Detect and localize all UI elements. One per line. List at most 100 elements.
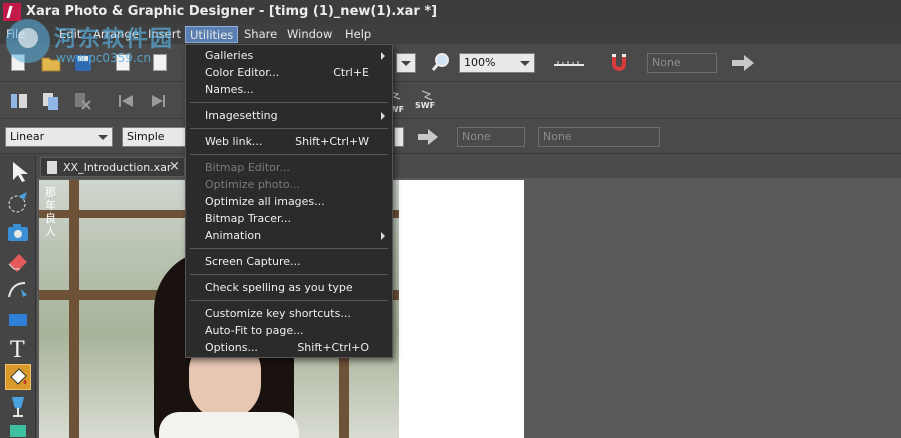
- rectangle-icon: [9, 314, 27, 326]
- menu-item-screen-capture[interactable]: Screen Capture...: [187, 253, 391, 270]
- eraser-tool[interactable]: [5, 248, 31, 274]
- menu-file[interactable]: File: [2, 26, 29, 43]
- utilities-menu: Galleries Color Editor... Ctrl+E Names..…: [185, 44, 393, 358]
- menu-item-galleries[interactable]: Galleries: [187, 47, 391, 64]
- end-value-field[interactable]: None: [538, 127, 660, 147]
- snap-grid-button[interactable]: [552, 52, 586, 74]
- menu-item-shortcut: Ctrl+E: [333, 66, 369, 79]
- export-icon: [153, 54, 167, 71]
- menu-help[interactable]: Help: [341, 26, 375, 43]
- rectangle-tool[interactable]: [5, 306, 31, 332]
- document-icon: [47, 161, 57, 174]
- menu-item-label: Bitmap Tracer...: [205, 212, 292, 225]
- menu-item-label: Optimize all images...: [205, 195, 325, 208]
- shape-editor-tool[interactable]: [5, 277, 31, 303]
- save-icon: [75, 55, 91, 71]
- menu-item-color-editor[interactable]: Color Editor... Ctrl+E: [187, 64, 391, 81]
- menu-item-optimize-photo: Optimize photo...: [187, 176, 391, 193]
- next-page-button[interactable]: [147, 90, 169, 112]
- snap-magnet-button[interactable]: [608, 52, 630, 74]
- close-tab-button[interactable]: ×: [169, 159, 180, 174]
- copy-page-icon: [43, 93, 58, 110]
- import-icon: [116, 54, 130, 71]
- menu-item-shortcut: Shift+Ctrl+W: [295, 135, 369, 148]
- menu-utilities[interactable]: Utilities: [185, 26, 239, 43]
- arrow-right-icon: [732, 55, 754, 71]
- copy-page-button[interactable]: [40, 90, 62, 112]
- caption-char: 良: [45, 212, 56, 225]
- svg-text:T: T: [10, 338, 25, 361]
- zoom-preset-dropdown[interactable]: [396, 53, 416, 73]
- line-type-dropdown[interactable]: Linear: [5, 127, 113, 147]
- menu-item-animation[interactable]: Animation: [187, 227, 391, 244]
- delete-page-icon: [75, 93, 91, 110]
- menu-share[interactable]: Share: [240, 26, 281, 43]
- menu-item-bitmap-tracer[interactable]: Bitmap Tracer...: [187, 210, 391, 227]
- forward-arrow-button[interactable]: [730, 52, 756, 74]
- paint-bucket-icon: [10, 368, 27, 385]
- menu-separator: [190, 274, 388, 275]
- menu-item-web-link[interactable]: Web link... Shift+Ctrl+W: [187, 133, 391, 150]
- text-icon: T: [10, 338, 25, 363]
- quality-field[interactable]: None: [647, 53, 717, 73]
- menu-item-auto-fit[interactable]: Auto-Fit to page...: [187, 322, 391, 339]
- end-value: None: [543, 130, 572, 143]
- menu-insert[interactable]: Insert: [144, 26, 185, 43]
- import-button[interactable]: [113, 52, 135, 74]
- menu-item-customize-shortcuts[interactable]: Customize key shortcuts...: [187, 305, 391, 322]
- menu-item-label: Animation: [205, 229, 262, 242]
- style-value: Simple: [127, 130, 165, 143]
- line-type-value: Linear: [10, 130, 45, 143]
- curve-icon: [8, 282, 27, 298]
- window-frame: [69, 180, 79, 438]
- selector-tool[interactable]: [5, 159, 31, 185]
- new-document-button[interactable]: [8, 52, 30, 74]
- style-dropdown[interactable]: Simple: [122, 127, 186, 147]
- contour-tool[interactable]: [5, 190, 31, 216]
- document-tab[interactable]: XX_Introduction.xar ×: [40, 157, 185, 177]
- start-value: None: [462, 130, 491, 143]
- skip-back-icon: [119, 95, 133, 107]
- menu-item-names[interactable]: Names...: [187, 81, 391, 98]
- open-button[interactable]: [40, 52, 62, 74]
- toolbox: T: [0, 155, 36, 438]
- eraser-icon: [8, 254, 27, 272]
- menu-separator: [190, 154, 388, 155]
- menu-item-check-spelling[interactable]: Check spelling as you type: [187, 279, 391, 296]
- ruler-icon: [554, 61, 584, 66]
- bevel-tool[interactable]: [5, 421, 31, 437]
- menu-item-shortcut: Shift+Ctrl+O: [297, 341, 369, 354]
- swf-export-button[interactable]: SWF: [414, 88, 440, 110]
- export-button[interactable]: [150, 52, 172, 74]
- text-tool[interactable]: T: [5, 335, 31, 363]
- menu-window[interactable]: Window: [283, 26, 336, 43]
- fill-tool[interactable]: [5, 364, 31, 390]
- swf-label: SWF: [415, 101, 436, 110]
- apply-arrow-button[interactable]: [416, 126, 440, 148]
- delete-page-button[interactable]: [72, 90, 94, 112]
- photo-caption: 那 年 良 人: [45, 186, 59, 238]
- transparency-tool[interactable]: [5, 394, 31, 420]
- menu-item-options[interactable]: Options... Shift+Ctrl+O: [187, 339, 391, 356]
- property-bar: Linear Simple None None: [0, 120, 901, 154]
- magnifier-icon: [431, 53, 449, 71]
- page-layout-button[interactable]: [8, 90, 30, 112]
- photo-tool[interactable]: [5, 219, 31, 245]
- first-page-button[interactable]: [115, 90, 137, 112]
- menu-separator: [190, 128, 388, 129]
- menu-item-label: Options...: [205, 341, 258, 354]
- zoom-tool-button[interactable]: [430, 51, 452, 73]
- zoom-dropdown[interactable]: 100%: [459, 53, 535, 73]
- camera-icon: [8, 224, 28, 241]
- narrow-dropdown[interactable]: [394, 127, 404, 147]
- canvas-area[interactable]: 那 年 良 人: [37, 178, 901, 438]
- menu-arrange[interactable]: Arrange: [89, 26, 143, 43]
- start-value-field[interactable]: None: [457, 127, 525, 147]
- menu-item-optimize-all-images[interactable]: Optimize all images...: [187, 193, 391, 210]
- person-shirt: [159, 412, 299, 438]
- menu-item-imagesetting[interactable]: Imagesetting: [187, 107, 391, 124]
- menu-item-label: Imagesetting: [205, 109, 278, 122]
- save-button[interactable]: [72, 52, 94, 74]
- menu-separator: [190, 300, 388, 301]
- menu-edit[interactable]: Edit: [55, 26, 85, 43]
